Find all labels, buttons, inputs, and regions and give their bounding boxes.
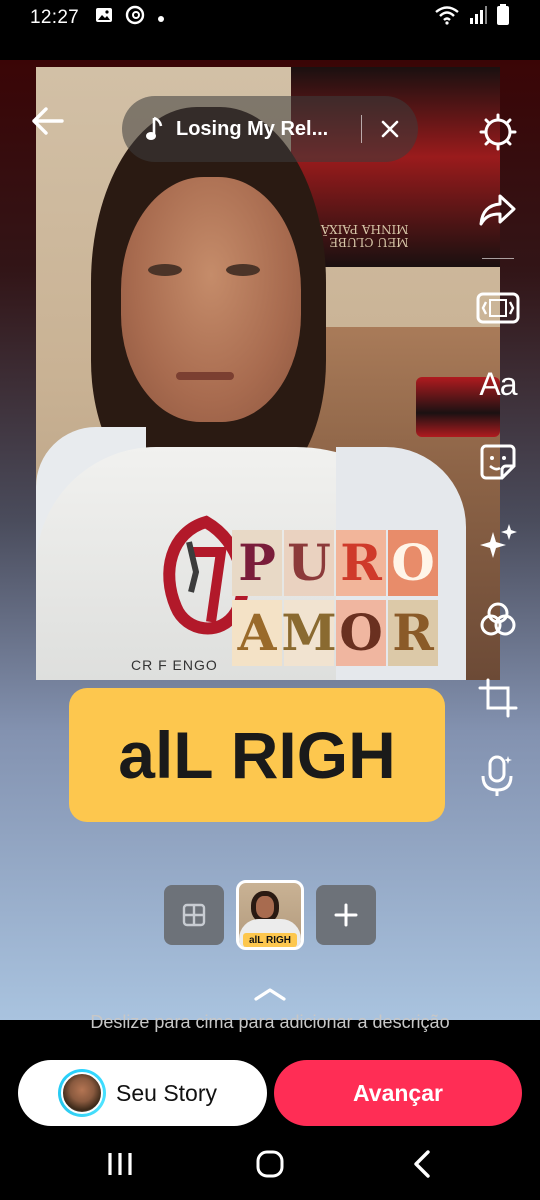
sticker-letter: M [281, 600, 337, 666]
system-back-icon [414, 1150, 430, 1178]
chevron-up-icon[interactable] [253, 985, 287, 1003]
text-icon: Aa [479, 365, 517, 402]
system-back-button[interactable] [402, 1148, 442, 1180]
layout-grid-button[interactable] [164, 885, 224, 945]
thumb-label: alL RIGH [243, 933, 297, 947]
sticker-icon [480, 444, 516, 480]
thumbnail-strip: alL RIGH [0, 880, 540, 950]
grid-icon [182, 903, 206, 927]
sticker-letter: O [336, 600, 386, 666]
status-bar: 12:27 [0, 0, 540, 36]
photo-flag-text: MEU CLUBE MINHA PAIXÃO [311, 222, 409, 249]
home-icon [256, 1150, 284, 1178]
status-time: 12:27 [30, 7, 80, 28]
voiceover-icon [481, 755, 513, 796]
photo-eye-right [226, 264, 260, 276]
system-nav-bar [0, 1128, 540, 1200]
crop-button[interactable] [470, 670, 526, 726]
music-divider [361, 115, 362, 143]
signal-icon [468, 5, 488, 31]
image-icon [95, 6, 113, 30]
sticker-letter: R [336, 530, 386, 596]
effects-button[interactable] [470, 514, 526, 570]
share-button[interactable] [470, 182, 526, 238]
voiceover-button[interactable] [470, 748, 526, 804]
filters-icon [480, 602, 516, 636]
share-icon [479, 194, 516, 226]
photo-mouth [176, 372, 234, 380]
photo-face [121, 177, 301, 422]
sticker-letter: U [284, 530, 334, 596]
your-story-button[interactable]: Seu Story [18, 1060, 267, 1126]
home-button[interactable] [250, 1148, 290, 1180]
recents-icon [108, 1153, 132, 1175]
your-story-label: Seu Story [116, 1079, 217, 1106]
settings-button[interactable] [470, 104, 526, 160]
sticker-letter: A [232, 600, 282, 666]
flag-text-line2: MINHA PAIXÃO [311, 222, 409, 236]
text-overlay[interactable]: alL RIGH [69, 688, 445, 822]
settings-icon [479, 113, 517, 151]
text-button[interactable]: Aa [470, 356, 526, 412]
sticker-letter: O [388, 530, 438, 596]
story-canvas[interactable]: MEU CLUBE MINHA PAIXÃO CR F ENGO P U R O… [0, 60, 540, 1020]
sticker-letter: R [388, 600, 438, 666]
music-pill[interactable]: Losing My Rel... [122, 96, 418, 162]
filters-button[interactable] [470, 592, 526, 648]
aspect-ratio-button[interactable] [470, 280, 526, 336]
sticker-button[interactable] [470, 434, 526, 490]
flag-text-line1: MEU CLUBE [329, 235, 409, 249]
effects-icon [480, 524, 517, 558]
shirt-text: CR F ENGO [131, 657, 218, 673]
dot-icon [157, 7, 165, 29]
next-button[interactable]: Avançar [274, 1060, 522, 1126]
avatar [58, 1069, 106, 1117]
crop-icon [478, 678, 518, 718]
music-title: Losing My Rel... [176, 117, 329, 140]
back-button[interactable] [24, 98, 70, 144]
sticker-letter: P [232, 530, 282, 596]
plus-icon [334, 903, 358, 927]
add-slide-button[interactable] [316, 885, 376, 945]
recents-button[interactable] [100, 1148, 140, 1180]
current-story-thumbnail[interactable]: alL RIGH [236, 880, 304, 950]
close-icon[interactable] [380, 119, 400, 139]
swipe-hint: Deslize para cima para adicionar a descr… [90, 1012, 450, 1032]
wifi-icon [434, 5, 460, 31]
top-bar: Losing My Rel... [0, 60, 540, 200]
music-note-icon [146, 116, 163, 140]
back-arrow-icon [32, 107, 64, 135]
threads-icon [125, 5, 145, 31]
aspect-ratio-icon [476, 292, 520, 324]
tool-separator [482, 258, 514, 259]
photo-eye-left [148, 264, 182, 276]
battery-icon [496, 4, 510, 32]
puro-amor-sticker[interactable]: P U R O A M O R [232, 530, 452, 670]
